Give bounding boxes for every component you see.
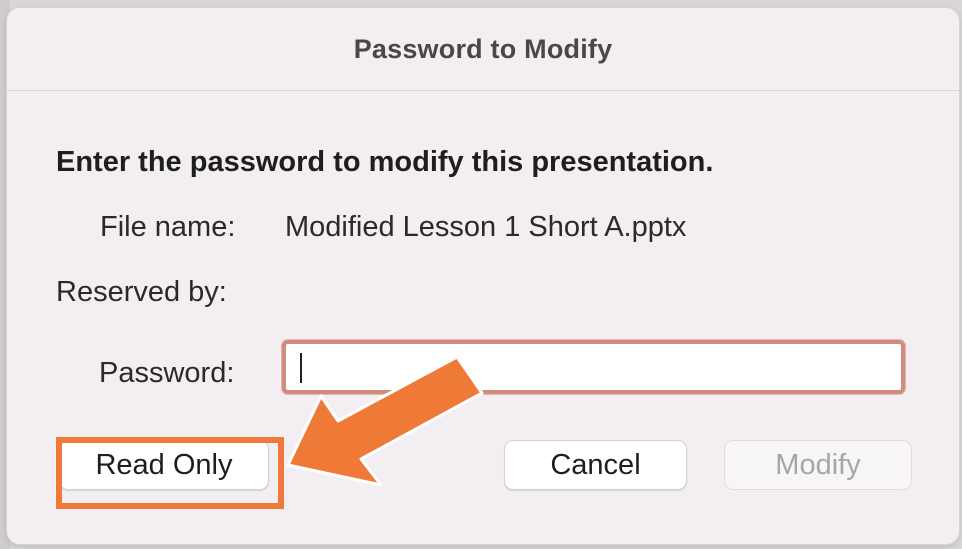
reserved-by-label: Reserved by:: [56, 276, 227, 308]
modify-button[interactable]: Modify: [724, 440, 912, 490]
password-label: Password:: [99, 357, 235, 389]
dialog-title: Password to Modify: [353, 33, 613, 64]
password-input[interactable]: [282, 340, 905, 394]
cancel-button[interactable]: Cancel: [504, 440, 687, 490]
file-name-label: File name:: [100, 211, 236, 243]
read-only-button[interactable]: Read Only: [59, 440, 269, 490]
dialog-titlebar: Password to Modify: [7, 8, 959, 91]
dialog-heading: Enter the password to modify this presen…: [56, 146, 714, 178]
text-caret: [300, 353, 302, 383]
file-name-value: Modified Lesson 1 Short A.pptx: [285, 211, 687, 243]
